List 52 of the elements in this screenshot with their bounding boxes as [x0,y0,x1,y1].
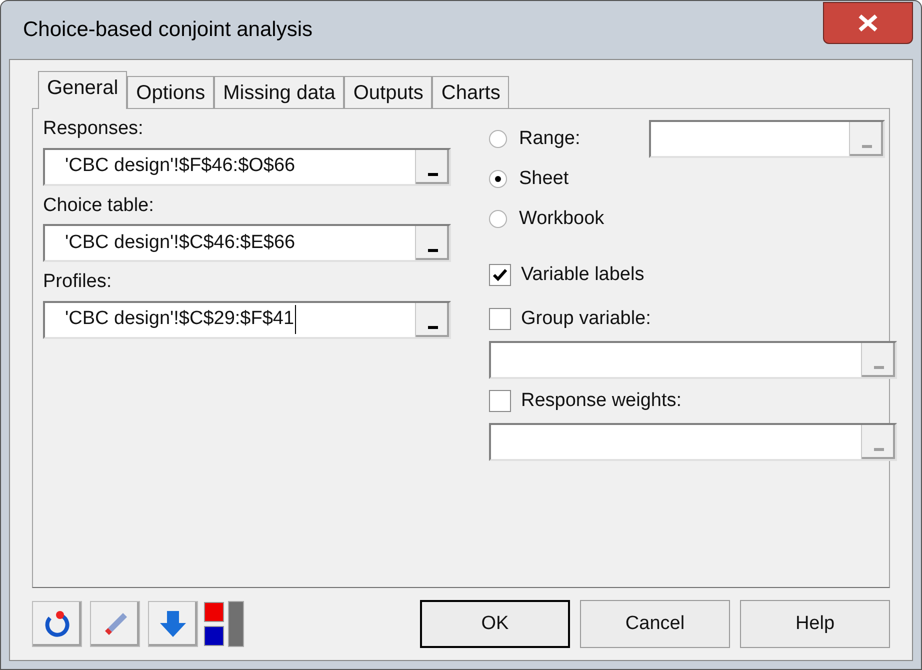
swatch-icon[interactable] [204,626,224,646]
field-label: Profiles: [43,270,113,294]
ellipsis-icon [862,145,872,148]
ellipsis-icon [428,326,438,328]
eraser-button[interactable] [90,601,140,647]
radio-button[interactable] [489,170,507,188]
checkbox-label: Variable labels [521,262,644,287]
tab[interactable]: Missing data [214,76,344,108]
dialog-button[interactable]: Help [740,600,890,648]
checkbox[interactable] [489,308,511,330]
tab[interactable]: Outputs [344,76,432,108]
ellipsis-icon [428,249,438,252]
range-field[interactable]: 'CBC design'!$C$46:$E$66 [43,224,451,262]
range-picker-button[interactable] [415,302,449,336]
tab[interactable]: Options [127,76,214,108]
radio-button[interactable] [489,130,507,148]
field-label: Choice table: [43,194,155,218]
checkbox[interactable] [489,264,511,286]
ellipsis-icon [428,172,438,176]
field-label: Responses: [43,117,144,141]
checkbox-label: Group variable: [521,306,651,331]
range-field[interactable] [489,423,897,461]
swatch-icon[interactable] [204,602,224,622]
range-field[interactable] [649,120,885,158]
window-title: Choice-based conjoint analysis [22,17,312,44]
tab[interactable]: Charts [432,76,510,108]
range-field[interactable]: 'CBC design'!$F$46:$O$66 [43,148,451,186]
field-value: 'CBC design'!$F$46:$O$66 [65,154,296,178]
dialog-button[interactable]: Cancel [580,600,730,648]
checkbox-label: Response weights: [521,388,682,413]
radio-label: Range: [519,126,582,151]
range-field[interactable]: 'CBC design'!$C$29:$F$41 [43,300,451,338]
close-icon [857,14,879,32]
radio-label: Workbook [519,206,606,231]
range-picker-button[interactable] [415,226,449,260]
range-picker-button[interactable] [415,150,449,184]
reset-button[interactable] [32,601,82,647]
ellipsis-icon [874,366,884,369]
radio-label: Sheet [519,166,570,191]
down-arrow-icon [158,609,188,639]
field-value: 'CBC design'!$C$46:$E$66 [65,230,296,255]
close-button[interactable] [823,2,913,44]
radio-button[interactable] [489,210,507,228]
check-icon [492,268,508,282]
checkbox[interactable] [489,390,511,412]
grip-bar[interactable] [228,601,244,647]
range-field[interactable] [489,341,897,379]
field-value: 'CBC design'!$C$29:$F$41 [65,305,296,334]
tab[interactable]: General [38,71,128,109]
down-button[interactable] [148,601,198,647]
dialog-button[interactable]: OK [420,600,570,648]
ellipsis-icon [874,448,884,451]
